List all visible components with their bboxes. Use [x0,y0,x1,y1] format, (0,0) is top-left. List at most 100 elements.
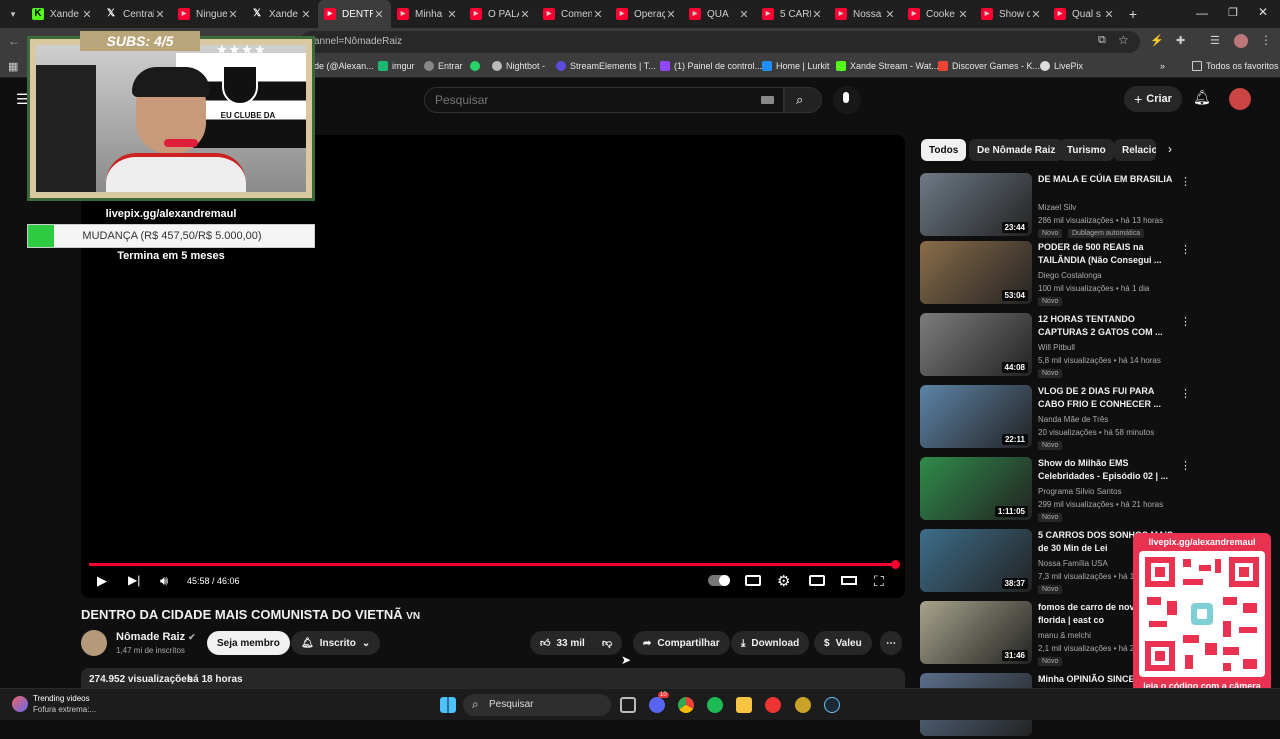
tab-3[interactable]: 𝕏 Xande ✕ [245,0,318,28]
bookmark-item[interactable] [470,61,484,71]
recommendation-item[interactable]: 53:04 PODER de 500 REAIS na TAILÂNDIA (Nã… [920,241,1191,307]
profile-avatar[interactable] [1234,34,1248,48]
bookmark-item[interactable]: StreamElements | T... [556,61,656,71]
bookmark-item[interactable]: imgur [378,61,415,71]
browser-menu-icon[interactable]: ⋮ [1260,33,1272,47]
back-icon[interactable]: ← [8,34,20,48]
recommendation-channel[interactable]: Will Pitbull [1038,343,1075,352]
chip-all[interactable]: Todos [921,139,967,161]
recommendation-title[interactable]: DE MALA E CÚIA EM BRASILIA [1038,173,1178,186]
url-field[interactable]: annel=NômadeRaiz [300,31,1140,53]
theater-mode-icon[interactable] [841,576,857,585]
tab-10[interactable]: ▶ 5 CARR✕ [756,0,829,28]
notifications-bell-icon[interactable]: 🔔︎ [1193,89,1211,106]
more-options-icon[interactable]: ⋮ [1180,459,1191,472]
app-icon[interactable] [795,697,811,713]
bookmark-item[interactable]: Xande Stream - Wat... [836,61,939,71]
bookmark-item[interactable]: Home | Lurkit [762,61,829,71]
join-button[interactable]: Seja membro [207,631,290,655]
recommendation-title[interactable]: 12 HORAS TENTANDO CAPTURAS 2 GATOS COM .… [1038,313,1178,339]
miniplayer-icon[interactable] [809,575,825,586]
recommendation-channel[interactable]: Mizael Silv [1038,203,1076,212]
bookmark-item[interactable]: Discover Games - K... [938,61,1040,71]
recommendation-channel[interactable]: Nanda Mãe de Três [1038,415,1108,424]
video-thumbnail[interactable]: 53:04 [920,241,1032,304]
recommendation-channel[interactable]: Programa Silvio Santos [1038,487,1122,496]
weather-widget-icon[interactable] [12,696,28,712]
settings-gear-icon[interactable]: ⚙ [777,572,790,590]
chrome-icon[interactable] [678,697,694,713]
tab-12[interactable]: ▶ Cooke ✕ [902,0,975,28]
recommendation-channel[interactable]: Diego Costalonga [1038,271,1102,280]
tab-11[interactable]: ▶ Nossa ✕ [829,0,902,28]
thanks-button[interactable]: $ Valeu [814,631,872,655]
chip-related[interactable]: Relacio [1114,139,1156,161]
chip-from-channel[interactable]: De Nômade Raiz [969,139,1064,161]
recommendation-title[interactable]: VLOG DE 2 DIAS FUI PARA CABO FRIO E CONH… [1038,385,1178,411]
voice-search-button[interactable] [833,86,861,114]
tab-13[interactable]: ▶ Show d ✕ [975,0,1048,28]
autoplay-toggle[interactable] [708,575,730,586]
close-tab-icon[interactable]: ✕ [811,8,823,21]
taskbar-search[interactable]: ⌕ Pesquisar [463,694,611,716]
install-icon[interactable]: ⧉ [1098,34,1106,47]
chip-tourism[interactable]: Turismo [1059,139,1114,161]
tab-7[interactable]: ▶ Comen ✕ [537,0,610,28]
tab-2[interactable]: ▶ Ningue ✕ [172,0,245,28]
tab-9[interactable]: ▶ QUA ✕ [683,0,756,28]
tab-search-icon[interactable]: ☰ [1210,34,1220,47]
bookmark-item[interactable]: LivePix [1040,61,1083,71]
create-button[interactable]: + Criar [1124,86,1182,112]
recommendation-item[interactable]: 44:08 12 HORAS TENTANDO CAPTURAS 2 GATOS … [920,313,1191,379]
bookmarks-overflow-icon[interactable]: » [1160,61,1165,71]
close-tab-icon[interactable]: ✕ [738,8,750,21]
more-actions-button[interactable]: ⋯ [880,631,902,655]
close-tab-icon[interactable]: ✕ [592,8,604,21]
fullscreen-icon[interactable]: ⛶ [874,573,884,590]
chevron-right-icon[interactable]: › [1168,142,1172,156]
video-thumbnail[interactable]: 23:44 [920,173,1032,236]
search-button[interactable]: ⌕ [784,87,822,113]
subscribed-button[interactable]: 🔔︎ Inscrito ⌄ [291,631,381,655]
progress-bar-played[interactable] [89,563,893,566]
video-thumbnail[interactable]: 1:11:05 [920,457,1032,520]
search-input[interactable] [435,93,735,107]
play-button[interactable]: ▶ [97,573,107,589]
extensions-icon[interactable]: ✚ [1176,34,1185,47]
video-player[interactable] [81,135,905,598]
more-options-icon[interactable]: ⋮ [1180,175,1191,188]
close-tab-icon[interactable]: ✕ [665,8,677,21]
dislike-button[interactable]: 👎︎ [592,631,623,655]
new-tab-button[interactable]: + [1121,6,1145,22]
close-tab-icon[interactable]: ✕ [446,8,458,21]
tab-14[interactable]: ▶ Qual s ✕ [1048,0,1121,28]
subtitles-icon[interactable] [745,575,761,586]
volume-icon[interactable]: 🔊︎ [160,573,168,589]
close-tab-icon[interactable]: ✕ [81,8,93,21]
next-button[interactable]: ▶| [128,573,140,587]
tab-0[interactable]: K Xande ✕ [26,0,99,28]
recommendation-title[interactable]: PODER de 500 REAIS na TAILÂNDIA (Não Con… [1038,241,1178,267]
share-button[interactable]: ➦ Compartilhar [633,631,730,655]
bookmark-item[interactable]: Entrar [424,61,463,71]
keyboard-icon[interactable] [761,96,774,104]
like-button[interactable]: 👍︎ 33 mil [530,631,595,655]
apps-icon[interactable]: ▦ [8,60,18,73]
tab-menu-button[interactable]: ▾ [0,0,26,28]
scrubber-handle[interactable] [891,560,900,569]
more-options-icon[interactable]: ⋮ [1180,243,1191,256]
recommendation-title[interactable]: Show do Milhão EMS Celebridades - Episód… [1038,457,1178,483]
close-tab-icon[interactable]: ✕ [154,8,166,21]
recommendation-channel[interactable]: manu & melchi [1038,631,1091,640]
close-tab-icon[interactable]: ✕ [300,8,312,21]
video-thumbnail[interactable]: 38:37 [920,529,1032,592]
trending-widget-title[interactable]: Trending videos [33,694,90,703]
recommendation-channel[interactable]: Nossa Família USA [1038,559,1108,568]
close-tab-icon[interactable]: ✕ [957,8,969,21]
windows-start-icon[interactable] [440,697,456,713]
task-view-icon[interactable] [620,697,636,713]
close-tab-icon[interactable]: ✕ [227,8,239,21]
steam-icon[interactable] [824,697,840,713]
channel-avatar[interactable] [81,630,107,656]
close-tab-icon[interactable]: ✕ [884,8,896,21]
